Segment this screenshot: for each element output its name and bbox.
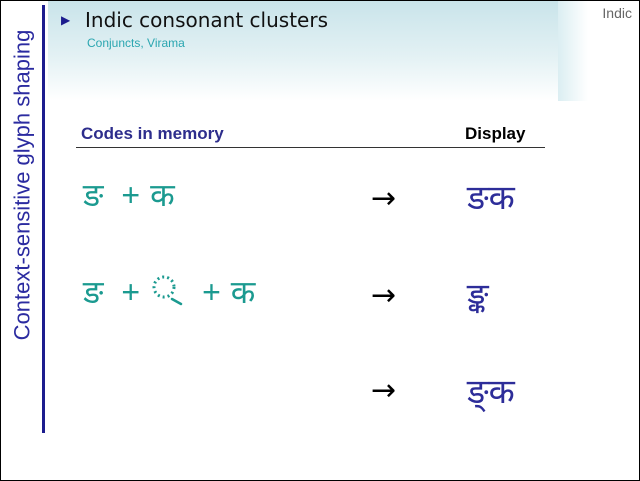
column-header-codes: Codes in memory xyxy=(81,124,224,143)
display-result-row-3: ङ्‌क xyxy=(467,372,515,412)
column-divider xyxy=(76,147,545,148)
dotted-circle-icon xyxy=(152,275,183,306)
display-result-row-2: ङ्क xyxy=(467,276,489,316)
plus-sign: + xyxy=(202,274,221,310)
plus-sign: + xyxy=(121,177,141,213)
column-header-display: Display xyxy=(465,124,526,143)
arrow-icon: → xyxy=(371,278,397,313)
slide-subtitle: Conjuncts, Virama xyxy=(87,36,185,50)
vertical-title: Context-sensitive glyph shaping xyxy=(5,5,39,365)
plus-sign: + xyxy=(121,274,141,310)
slide: Context-sensitive glyph shaping ▶ Indic … xyxy=(0,0,640,481)
vertical-title-text: Context-sensitive glyph shaping xyxy=(9,29,34,341)
arrow-icon: → xyxy=(371,373,397,408)
consonant-ka: क xyxy=(230,273,256,311)
triangle-bullet-icon: ▶ xyxy=(61,13,71,27)
virama-sign: ् xyxy=(150,273,184,307)
consonant-nga: ङ xyxy=(83,273,104,311)
display-result-row-1: ङक xyxy=(467,178,515,218)
slide-title: Indic consonant clusters xyxy=(85,8,328,32)
section-tag: Indic xyxy=(602,5,632,21)
consonant-ka: क xyxy=(150,176,175,214)
consonant-nga: ङ xyxy=(83,176,104,214)
vertical-rule xyxy=(42,5,45,433)
arrow-icon: → xyxy=(371,181,397,216)
code-sequence-row-1: ङ + क xyxy=(83,173,175,216)
code-sequence-row-2: ङ+्+क xyxy=(83,270,255,313)
